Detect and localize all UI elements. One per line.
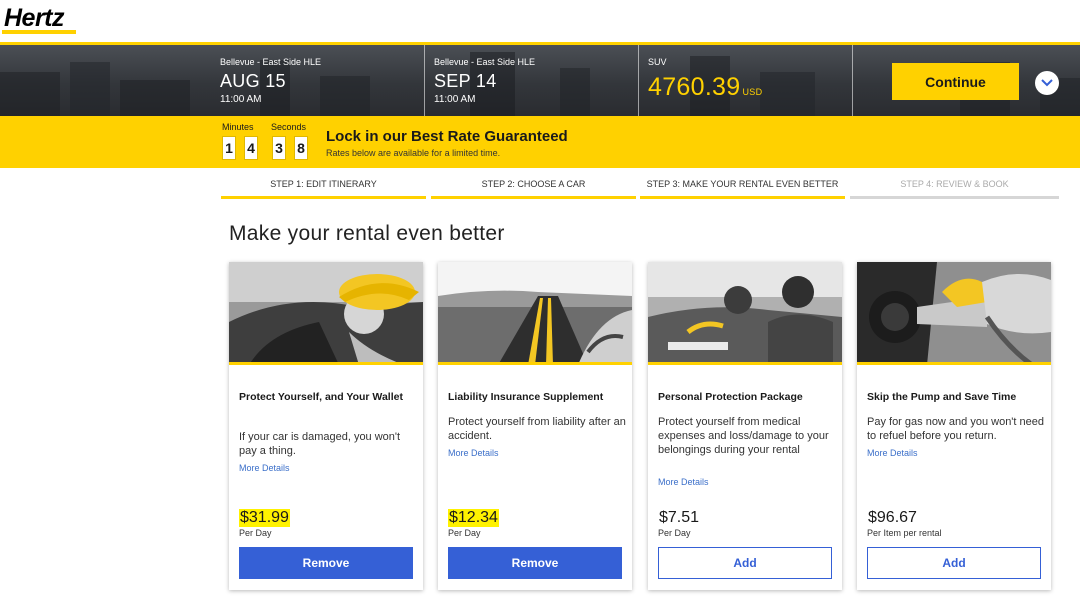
fuel-nozzle-photo [857, 262, 1051, 365]
rate-lock-banner: Minutes Seconds 1 4 3 8 Lock in our Best… [0, 116, 1080, 168]
extra-card-personal-protection: Personal Protection Package Protect your… [648, 262, 842, 590]
logo-bar: Hertz [0, 0, 1080, 42]
itinerary-header: Bellevue - East Side HLE AUG 15 11:00 AM… [0, 42, 1080, 116]
pickup-location: Bellevue - East Side HLE [220, 57, 322, 67]
pickup-time: 11:00 AM [220, 94, 262, 105]
hertz-logo[interactable]: Hertz [4, 4, 65, 33]
promo-subtitle: Rates below are available for a limited … [326, 148, 501, 158]
card-price: $96.67 [868, 509, 917, 526]
minutes-label: Minutes [222, 122, 254, 132]
card-description: Protect yourself from liability after an… [448, 416, 626, 442]
total-price-amount: 4760.39 [648, 73, 741, 101]
return-location: Bellevue - East Side HLE [434, 57, 536, 67]
woman-driving-photo [229, 262, 423, 365]
more-details-link[interactable]: More Details [239, 463, 290, 473]
more-details-link[interactable]: More Details [448, 448, 499, 458]
step-review-book: STEP 4: REVIEW & BOOK [850, 179, 1059, 199]
step-choose-car[interactable]: STEP 2: CHOOSE A CAR [431, 179, 636, 199]
card-price: $31.99 [239, 509, 290, 527]
extra-card-protection: Protect Yourself, and Your Wallet If you… [229, 262, 423, 590]
return-time: 11:00 AM [434, 94, 476, 105]
step-edit-itinerary[interactable]: STEP 1: EDIT ITINERARY [221, 179, 426, 199]
card-title: Protect Yourself, and Your Wallet [239, 391, 403, 403]
couple-in-convertible-photo [648, 262, 842, 365]
pickup-summary[interactable]: Bellevue - East Side HLE AUG 15 11:00 AM [212, 45, 425, 116]
card-description: If your car is damaged, you won't pay a … [239, 431, 401, 457]
total-price: 4760.39 USD [648, 73, 762, 102]
more-details-link[interactable]: More Details [867, 448, 918, 458]
currency-code: USD [742, 87, 763, 97]
step-progress-bar [850, 196, 1059, 199]
add-button[interactable]: Add [867, 547, 1041, 579]
promo-title: Lock in our Best Rate Guaranteed [326, 128, 568, 145]
step-progress-bar [640, 196, 845, 199]
logo-underline [2, 30, 76, 34]
timer-digit: 8 [294, 136, 308, 160]
extra-card-liability: Liability Insurance Supplement Protect y… [438, 262, 632, 590]
card-title: Liability Insurance Supplement [448, 391, 604, 403]
continue-button[interactable]: Continue [892, 63, 1019, 100]
extra-card-fuel-purchase: Skip the Pump and Save Time Pay for gas … [857, 262, 1051, 590]
card-description: Protect yourself from medical expenses a… [658, 416, 829, 456]
step-label: STEP 2: CHOOSE A CAR [481, 179, 586, 189]
chevron-down-icon[interactable] [1035, 71, 1059, 95]
seconds-label: Seconds [271, 122, 307, 132]
add-button[interactable]: Add [658, 547, 832, 579]
card-title: Personal Protection Package [658, 391, 803, 403]
card-price: $7.51 [659, 509, 700, 526]
card-price-unit: Per Day [658, 528, 691, 538]
step-label: STEP 1: EDIT ITINERARY [270, 179, 377, 189]
page-title: Make your rental even better [229, 222, 505, 245]
step-extras: STEP 3: MAKE YOUR RENTAL EVEN BETTER [640, 179, 845, 199]
step-label: STEP 3: MAKE YOUR RENTAL EVEN BETTER [646, 179, 839, 189]
open-road-photo [438, 262, 632, 365]
remove-button[interactable]: Remove [448, 547, 622, 579]
vehicle-class: SUV [648, 57, 667, 67]
card-description: Pay for gas now and you won't need to re… [867, 416, 1044, 442]
timer-digit: 1 [222, 136, 236, 160]
return-summary[interactable]: Bellevue - East Side HLE SEP 14 11:00 AM [426, 45, 639, 116]
step-progress-bar [431, 196, 636, 199]
card-price-unit: Per Item per rental [867, 528, 942, 538]
step-label: STEP 4: REVIEW & BOOK [900, 179, 1009, 189]
more-details-link[interactable]: More Details [658, 477, 709, 487]
timer-digit: 3 [272, 136, 286, 160]
card-price-unit: Per Day [448, 528, 481, 538]
vehicle-price-summary[interactable]: SUV 4760.39 USD [640, 45, 853, 116]
card-price-unit: Per Day [239, 528, 272, 538]
card-price: $12.34 [448, 509, 499, 527]
remove-button[interactable]: Remove [239, 547, 413, 579]
card-title: Skip the Pump and Save Time [867, 391, 1017, 403]
step-progress-bar [221, 196, 426, 199]
pickup-date: AUG 15 [220, 71, 286, 91]
timer-digit: 4 [244, 136, 258, 160]
return-date: SEP 14 [434, 71, 497, 91]
